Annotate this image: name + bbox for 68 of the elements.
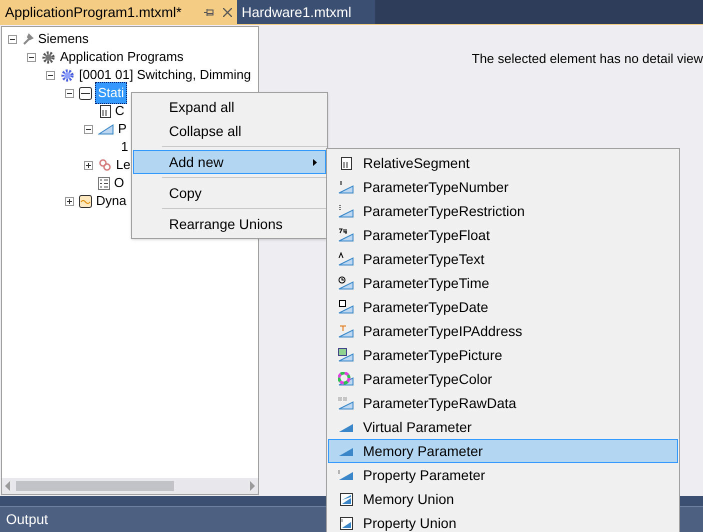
tree-item[interactable]: C [114,101,126,121]
tree-item[interactable]: Siemens [37,29,90,49]
calendar-ramp-icon [338,300,354,314]
list-icon [98,176,110,190]
menu-item[interactable]: Expand all [133,95,326,119]
menu-item[interactable]: Rearrange Unions [133,212,326,236]
menu-item[interactable]: Copy [133,181,326,205]
tree-item[interactable]: Le [115,155,132,175]
tree-item[interactable]: P [117,119,128,139]
menu-item[interactable]: Property Union [328,511,678,532]
ramp-icon [98,123,114,135]
detail-message: The selected element has no detail view [472,50,703,68]
color-wheel-icon [338,372,354,386]
ramp-icon [338,421,354,433]
menu-item[interactable]: Collapse all [133,119,326,143]
ip-ramp-icon [338,324,354,338]
menu-item[interactable]: ParameterTypeNumber [328,175,678,199]
menu-item[interactable]: ParameterTypePicture [328,343,678,367]
calculator-icon [98,104,111,118]
close-icon[interactable] [222,8,232,16]
ramp-icon [338,445,354,457]
framed-ramp-icon [340,492,352,506]
menu-item[interactable]: RelativeSegment [328,151,678,175]
dotted-ramp-icon [338,204,354,218]
menu-item[interactable]: Property Parameter [328,463,678,487]
tree-item[interactable]: O [113,173,126,193]
collapse-icon[interactable] [65,88,74,98]
gear-icon [60,68,75,82]
tree-item[interactable]: [0001 01] Switching, Dimming [78,65,252,85]
float-ramp-icon [338,228,354,242]
menu-item[interactable]: ParameterTypeFloat [328,223,678,247]
framed-ramp-icon [340,516,352,530]
clock-ramp-icon [338,276,354,290]
document-tab[interactable]: Hardware1.mtxml [236,0,375,24]
ramp-icon [338,469,354,481]
menu-item[interactable]: Add new [133,150,326,174]
binary-ramp-icon [338,396,354,410]
menu-item[interactable]: ParameterTypeColor [328,367,678,391]
expand-icon[interactable] [65,196,74,206]
collapse-icon[interactable] [84,124,93,134]
gear-icon [41,50,56,64]
tree-item[interactable]: Dyna [95,191,128,211]
wave-icon [79,194,92,208]
menu-item[interactable]: Memory Parameter [328,439,678,463]
menu-item[interactable]: ParameterTypeRawData [328,391,678,415]
menu-item[interactable]: Virtual Parameter [328,415,678,439]
menu-item[interactable]: ParameterTypeRestriction [328,199,678,223]
collapse-icon[interactable] [46,70,55,80]
submenu-arrow-icon [313,158,317,166]
menu-item[interactable]: ParameterTypeDate [328,295,678,319]
menu-item[interactable]: ParameterTypeIPAddress [328,319,678,343]
menu-item[interactable]: ParameterTypeTime [328,271,678,295]
wrench-icon [22,33,34,45]
scrollbar-thumb[interactable] [16,481,174,491]
tree-item[interactable]: 1 [120,137,130,157]
menu-item[interactable]: ParameterTypeText [328,247,678,271]
collapse-icon[interactable] [8,34,17,44]
tree-item[interactable]: Application Programs [59,47,185,67]
collapse-icon[interactable] [27,52,36,62]
document-tab[interactable]: ApplicationProgram1.mtxml* [0,0,237,24]
link-icon [98,158,112,172]
window-icon [79,86,92,100]
text-ramp-icon [338,252,354,266]
image-ramp-icon [338,348,354,362]
number-ramp-icon [338,180,354,194]
expand-icon[interactable] [84,160,93,170]
pin-icon[interactable] [204,8,215,16]
calculator-icon [340,156,352,170]
